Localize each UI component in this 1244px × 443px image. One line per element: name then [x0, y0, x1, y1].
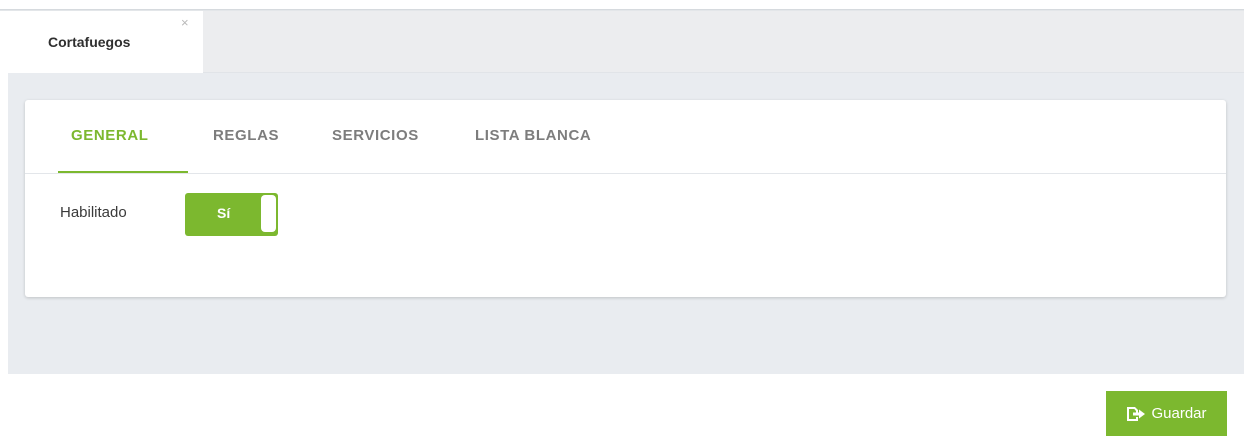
enabled-label: Habilitado — [60, 204, 127, 221]
tabs-divider — [25, 173, 1226, 174]
document-tab-cortafuegos[interactable]: Cortafuegos × — [8, 11, 203, 73]
tab-general[interactable]: GENERAL — [71, 127, 149, 144]
content-area: GENERAL REGLAS SERVICIOS LISTA BLANCA Ha… — [8, 73, 1244, 374]
save-arrow-icon — [1126, 406, 1146, 422]
tab-lista-blanca[interactable]: LISTA BLANCA — [475, 127, 591, 144]
document-tab-title: Cortafuegos — [48, 34, 131, 50]
save-button-label: Guardar — [1151, 405, 1207, 422]
footer-bar: Guardar — [8, 374, 1244, 443]
save-button[interactable]: Guardar — [1106, 391, 1227, 436]
settings-card: GENERAL REGLAS SERVICIOS LISTA BLANCA Ha… — [25, 100, 1226, 297]
tab-servicios[interactable]: SERVICIOS — [332, 127, 419, 144]
close-icon[interactable]: × — [181, 16, 189, 29]
document-tab-bar: Cortafuegos × — [8, 11, 1244, 73]
tab-reglas[interactable]: REGLAS — [213, 127, 279, 144]
enabled-toggle[interactable]: Sí — [185, 193, 278, 236]
toggle-value: Sí — [217, 205, 231, 221]
toggle-knob[interactable] — [261, 195, 276, 232]
